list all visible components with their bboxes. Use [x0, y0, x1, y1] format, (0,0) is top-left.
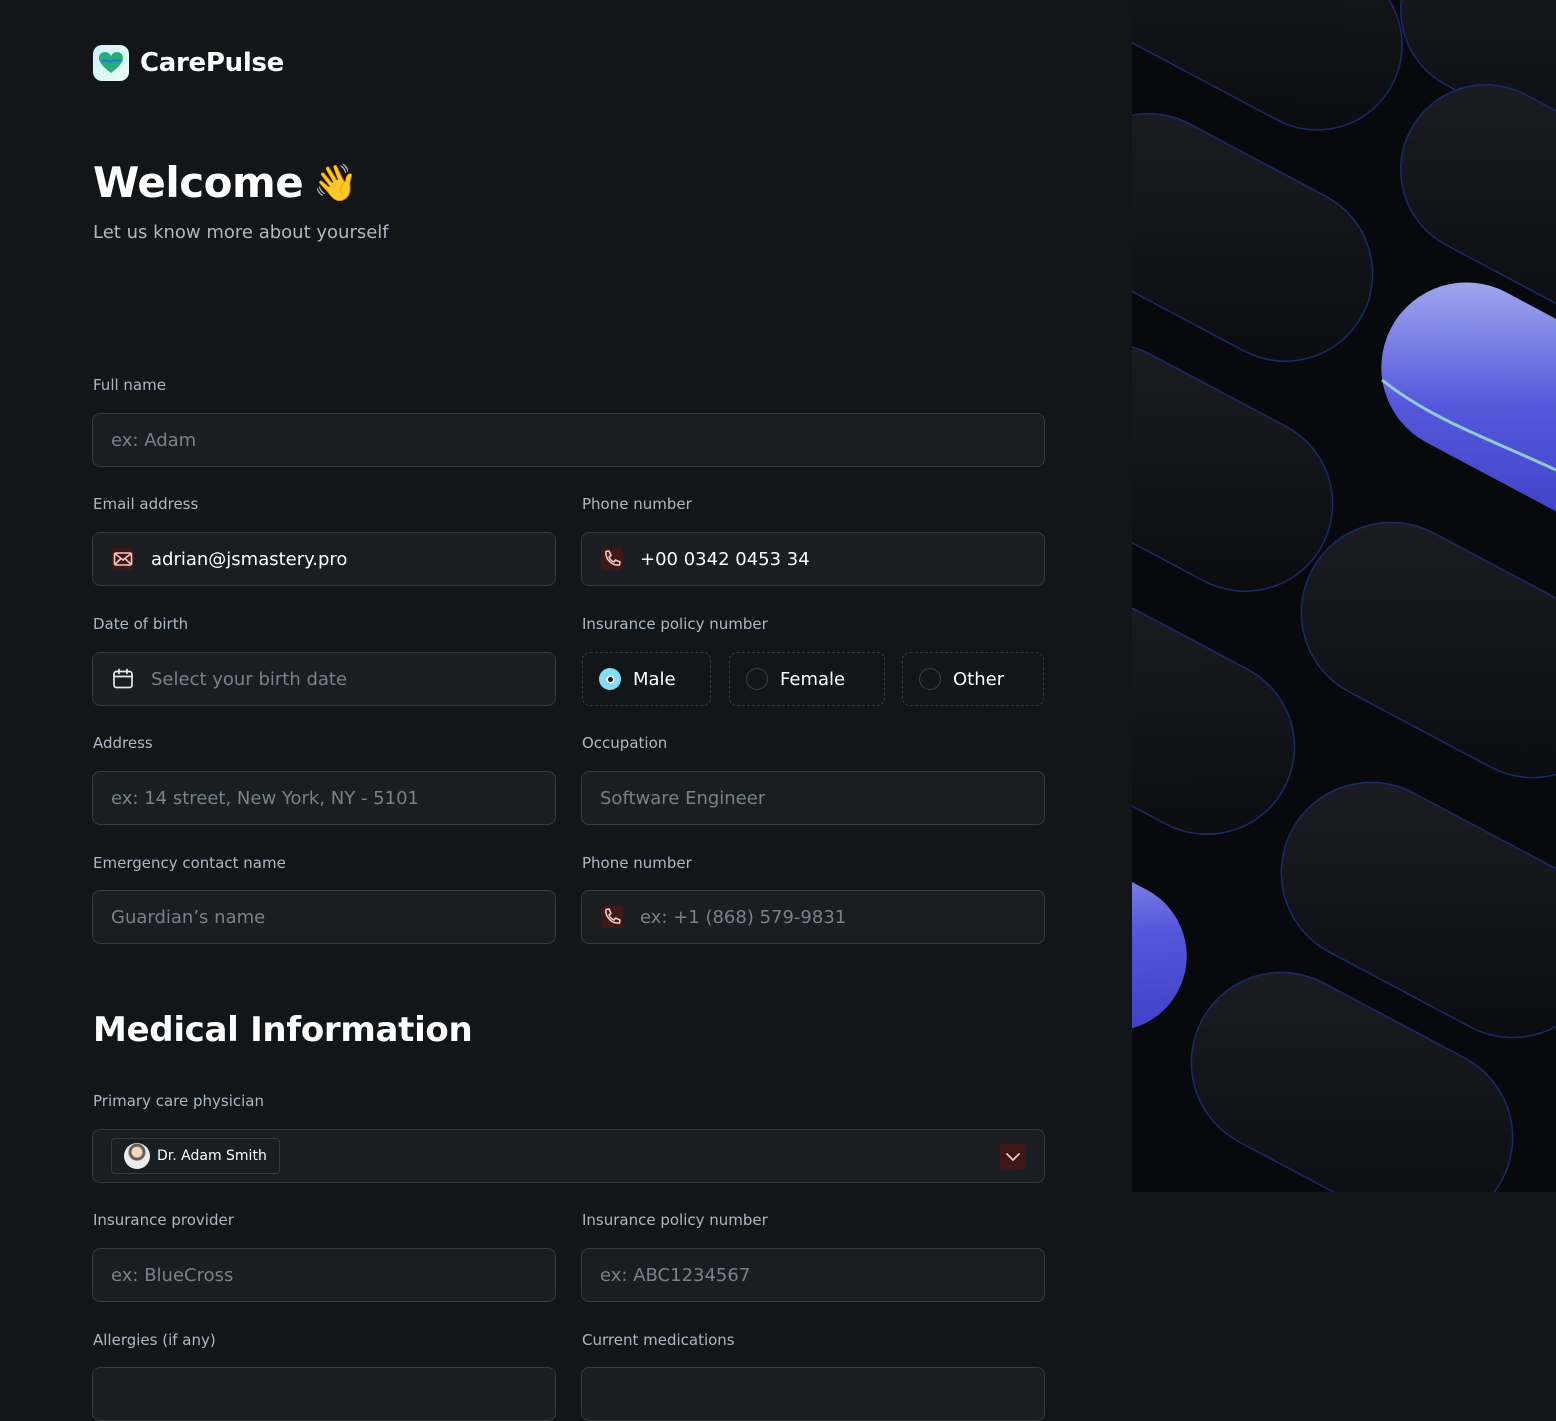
- brand-name: CarePulse: [140, 48, 284, 78]
- physician-label: Primary care physician: [93, 1092, 265, 1110]
- email-label: Email address: [93, 495, 199, 513]
- emergency-name-input[interactable]: Guardian’s name: [92, 890, 556, 944]
- email-input[interactable]: adrian@jsmastery.pro: [92, 532, 556, 586]
- gender-label: Insurance policy number: [582, 615, 768, 633]
- allergies-input[interactable]: [92, 1367, 556, 1421]
- insurance-provider-label: Insurance provider: [93, 1211, 234, 1229]
- gender-option-other[interactable]: Other: [902, 652, 1044, 706]
- physician-chip: Dr. Adam Smith: [111, 1138, 280, 1174]
- insurance-provider-input[interactable]: ex: BlueCross: [92, 1248, 556, 1302]
- phone-icon: [600, 547, 624, 571]
- emergency-phone-label: Phone number: [582, 854, 692, 872]
- insurance-provider-placeholder: ex: BlueCross: [111, 1264, 234, 1286]
- welcome-heading: Welcome: [93, 158, 304, 207]
- dob-placeholder: Select your birth date: [151, 668, 348, 690]
- occupation-input[interactable]: Software Engineer: [581, 771, 1045, 825]
- carepulse-logo-icon: [93, 45, 129, 81]
- decorative-pills-image: [1132, 0, 1556, 1192]
- registration-form-panel: CarePulse Welcome 👋 Let us know more abo…: [0, 0, 1132, 1421]
- phone-value: +00 0342 0453 34: [640, 548, 810, 570]
- gender-option-label: Female: [780, 668, 846, 690]
- address-label: Address: [93, 734, 153, 752]
- radio-selected-icon: [599, 668, 621, 690]
- emergency-name-label: Emergency contact name: [93, 854, 286, 872]
- full-name-input[interactable]: ex: Adam: [92, 413, 1045, 467]
- gender-option-male[interactable]: Male: [582, 652, 711, 706]
- medications-input[interactable]: [581, 1367, 1045, 1421]
- chevron-down-icon[interactable]: [1000, 1144, 1026, 1170]
- dob-label: Date of birth: [93, 615, 189, 633]
- page-title: Welcome 👋: [93, 158, 358, 207]
- emergency-name-placeholder: Guardian’s name: [111, 906, 266, 928]
- emergency-phone-input[interactable]: ex: +1 (868) 579-9831: [581, 890, 1045, 944]
- radio-unselected-icon: [746, 668, 768, 690]
- wave-emoji: 👋: [313, 162, 358, 204]
- doctor-avatar: [124, 1143, 150, 1169]
- medications-label: Current medications: [582, 1331, 735, 1349]
- emergency-phone-placeholder: ex: +1 (868) 579-9831: [640, 906, 847, 928]
- calendar-icon: [111, 667, 135, 691]
- brand-logo[interactable]: CarePulse: [93, 45, 284, 81]
- email-value: adrian@jsmastery.pro: [151, 548, 348, 570]
- email-icon: [111, 547, 135, 571]
- dob-input[interactable]: Select your birth date: [92, 652, 556, 706]
- insurance-policy-placeholder: ex: ABC1234567: [600, 1264, 751, 1286]
- full-name-placeholder: ex: Adam: [111, 429, 197, 451]
- occupation-label: Occupation: [582, 734, 668, 752]
- physician-select[interactable]: Dr. Adam Smith: [92, 1129, 1045, 1183]
- insurance-policy-label: Insurance policy number: [582, 1211, 768, 1229]
- gender-option-label: Other: [953, 668, 1005, 690]
- medical-section-title: Medical Information: [93, 1010, 473, 1050]
- radio-unselected-icon: [919, 668, 941, 690]
- insurance-policy-input[interactable]: ex: ABC1234567: [581, 1248, 1045, 1302]
- allergies-label: Allergies (if any): [93, 1331, 216, 1349]
- occupation-placeholder: Software Engineer: [600, 787, 766, 809]
- address-placeholder: ex: 14 street, New York, NY - 5101: [111, 787, 419, 809]
- page-subtitle: Let us know more about yourself: [93, 222, 389, 243]
- gender-option-female[interactable]: Female: [729, 652, 885, 706]
- address-input[interactable]: ex: 14 street, New York, NY - 5101: [92, 771, 556, 825]
- physician-value: Dr. Adam Smith: [157, 1148, 267, 1164]
- phone-icon: [600, 905, 624, 929]
- gender-option-label: Male: [633, 668, 676, 690]
- phone-input[interactable]: +00 0342 0453 34: [581, 532, 1045, 586]
- phone-label: Phone number: [582, 495, 692, 513]
- full-name-label: Full name: [93, 376, 166, 394]
